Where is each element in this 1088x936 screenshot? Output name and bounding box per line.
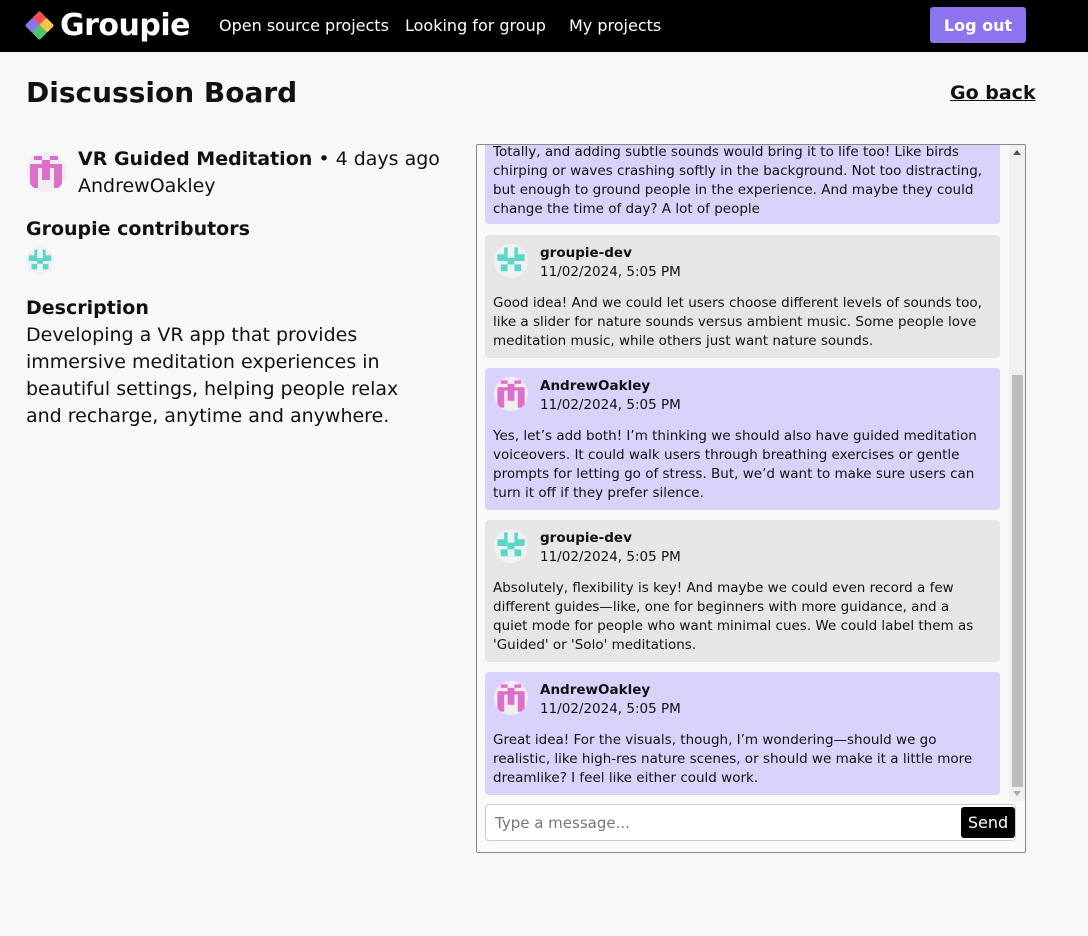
author-avatar[interactable] [494,681,528,715]
scroll-thumb[interactable] [1012,375,1023,787]
message-text: Totally, and adding subtle sounds would … [493,145,983,217]
send-button[interactable]: Send [961,807,1015,838]
go-back-link[interactable]: Go back [950,82,1036,104]
message-author: groupie-dev [540,530,632,546]
logo[interactable]: Groupie [24,8,191,43]
message-item: groupie-dev 11/02/2024, 5:05 PM Good ide… [485,235,1000,358]
message-item: AndrewOakley 11/02/2024, 5:05 PM Great i… [485,672,1000,795]
contributor-avatar[interactable] [26,247,54,275]
project-name[interactable]: VR Guided Meditation [78,148,312,170]
identicon-icon [30,156,62,188]
message-item: groupie-dev 11/02/2024, 5:05 PM Absolute… [485,520,1000,662]
message-timestamp: 11/02/2024, 5:05 PM [540,549,681,565]
message-timestamp: 11/02/2024, 5:05 PM [540,264,681,280]
identicon-icon [494,244,528,278]
message-timestamp: 11/02/2024, 5:05 PM [540,701,681,717]
message-composer: Send [485,804,1016,841]
app-name: Groupie [60,8,191,43]
project-owner: AndrewOakley [78,175,216,197]
author-avatar[interactable] [494,529,528,563]
message-author: AndrewOakley [540,682,651,698]
nav-looking-for-group[interactable]: Looking for group [405,16,546,35]
message-author: groupie-dev [540,245,632,261]
author-avatar[interactable] [494,244,528,278]
discussion-panel: Totally, and adding subtle sounds would … [476,144,1026,853]
logo-diamond-icon [24,10,55,40]
description-heading: Description [26,297,149,319]
project-title-line: VR Guided Meditation • 4 days ago [78,148,440,170]
identicon-icon [494,377,528,411]
scroll-down-arrow-icon[interactable] [1013,791,1021,796]
author-avatar[interactable] [494,377,528,411]
contributors-heading: Groupie contributors [26,218,250,240]
owner-avatar[interactable] [26,152,66,192]
message-item: Totally, and adding subtle sounds would … [485,145,1000,224]
scroll-up-arrow-icon[interactable] [1013,150,1021,155]
message-timestamp: 11/02/2024, 5:05 PM [540,397,681,413]
message-text: Great idea! For the visuals, though, I’m… [493,732,973,786]
project-description: Developing a VR app that provides immers… [26,324,399,427]
message-text: Yes, let’s add both! I’m thinking we sho… [493,428,977,501]
message-text: Absolutely, flexibility is key! And mayb… [493,580,974,653]
message-list[interactable]: Totally, and adding subtle sounds would … [477,145,1011,801]
nav-open-source-projects[interactable]: Open source projects [219,16,389,35]
identicon-icon [494,681,528,715]
identicon-icon [28,249,52,270]
message-text: Good idea! And we could let users choose… [493,295,982,349]
message-input[interactable] [487,806,957,839]
identicon-icon [494,529,528,563]
message-author: AndrewOakley [540,378,651,394]
page-title: Discussion Board [26,76,298,109]
logout-button[interactable]: Log out [930,7,1026,43]
message-scrollbar[interactable] [1009,145,1025,801]
top-nav: Groupie Open source projects Looking for… [0,0,1088,52]
message-item: AndrewOakley 11/02/2024, 5:05 PM Yes, le… [485,368,1000,510]
nav-my-projects[interactable]: My projects [569,16,661,35]
project-age: • 4 days ago [312,148,440,170]
